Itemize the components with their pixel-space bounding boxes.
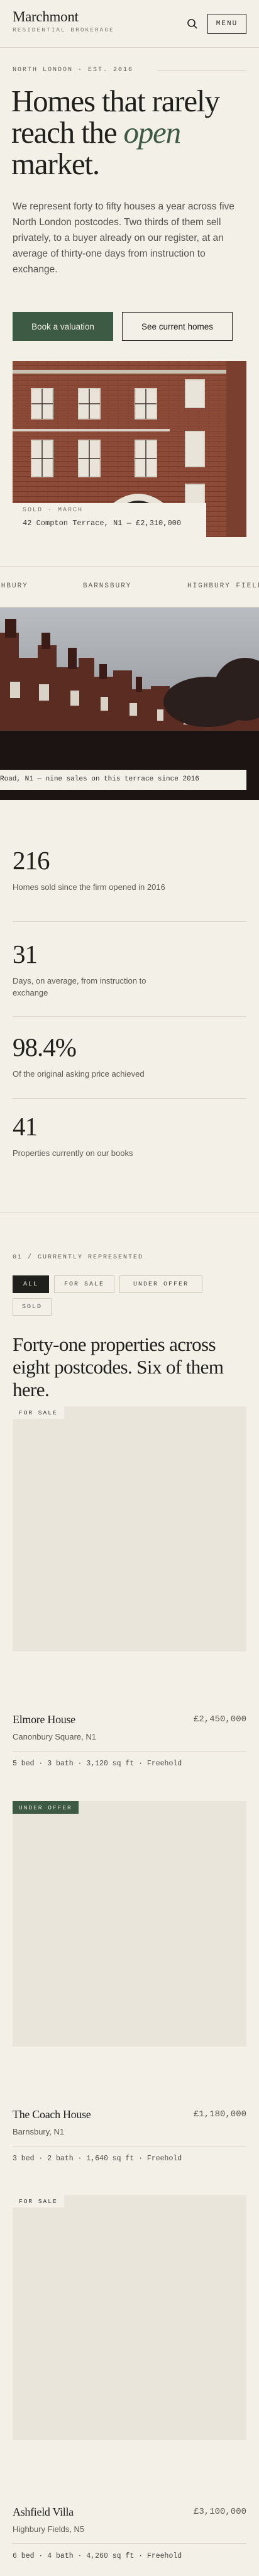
- site-logo[interactable]: Marchmont: [13, 9, 79, 25]
- stat-value: 41: [13, 1112, 38, 1141]
- filter-under-offer[interactable]: UNDER OFFER: [119, 1275, 202, 1293]
- card-divider: [13, 2543, 246, 2544]
- filter-all[interactable]: ALL: [13, 1275, 49, 1293]
- search-icon: [187, 19, 197, 29]
- stat-label: Homes sold since the firm opened in 2016: [13, 882, 165, 892]
- stat-divider: [13, 921, 246, 922]
- stat-homes-sold: 216 Homes sold since the firm opened in …: [13, 846, 246, 893]
- ticker-item: HIGHBURY FIELDS: [187, 582, 259, 590]
- sold-label: SOLD · MARCH: [23, 507, 84, 514]
- hero-intro: We represent forty to fifty houses a yea…: [13, 201, 234, 275]
- stat-value: 98.4%: [13, 1033, 77, 1062]
- featured-caption: SOLD · MARCH 42 Compton Terrace, N1 — £2…: [13, 503, 206, 537]
- stat-value: 216: [13, 846, 50, 875]
- stat-days-to-exchange: 31 Days, on average, from instruction to…: [13, 940, 246, 999]
- stat-divider: [13, 1098, 246, 1099]
- listings-title: Forty-one properties across eight postco…: [13, 1333, 224, 1401]
- stat-current-properties: 41 Properties currently on our books: [13, 1112, 246, 1159]
- stat-divider: [13, 1016, 246, 1017]
- card-divider: [13, 1751, 246, 1752]
- property-title[interactable]: The Coach House: [13, 2108, 91, 2121]
- hero-headline: Homes that rarely reach the open market.: [11, 84, 220, 181]
- property-area: Canonbury Square, N1: [13, 1732, 96, 1741]
- property-specs: 5 bed · 3 bath · 3,120 sq ft · Freehold: [13, 1760, 182, 1768]
- filter-sold[interactable]: SOLD: [13, 1298, 52, 1316]
- see-homes-button[interactable]: See current homes: [122, 312, 233, 341]
- sold-address: 42 Compton Terrace, N1 — £2,310,000: [23, 519, 182, 528]
- ticker-item: BARNSBURY: [83, 582, 132, 590]
- site-header: Marchmont RESIDENTIAL BROKERAGE MENU: [0, 0, 259, 48]
- property-photo-placeholder[interactable]: [13, 2195, 246, 2440]
- property-specs: 6 bed · 4 bath · 4,260 sq ft · Freehold: [13, 2552, 182, 2560]
- property-title[interactable]: Ashfield Villa: [13, 2506, 74, 2519]
- property-area: Barnsbury, N1: [13, 2127, 65, 2136]
- headline-emphasis: open: [123, 115, 181, 150]
- area-ticker: HIGHBURY BARNSBURY HIGHBURY FIELDS: [0, 566, 259, 608]
- property-price: £2,450,000: [193, 1714, 246, 1724]
- listings-eyebrow: 01 / CURRENTLY REPRESENTED: [13, 1254, 144, 1261]
- book-valuation-button[interactable]: Book a valuation: [13, 312, 113, 341]
- hero-eyebrow: NORTH LONDON · EST. 2016: [13, 67, 134, 74]
- property-title[interactable]: Elmore House: [13, 1713, 75, 1726]
- property-price: £3,100,000: [193, 2507, 246, 2517]
- street-caption: Road, N1 — nine sales on this terrace si…: [0, 770, 246, 790]
- status-badge: FOR SALE: [13, 2195, 64, 2207]
- stat-label: Of the original asking price achieved: [13, 1069, 145, 1079]
- stat-label: Days, on average, from instruction to ex…: [13, 976, 146, 997]
- eyebrow-divider: [157, 70, 246, 71]
- search-button[interactable]: [184, 15, 201, 33]
- property-price: £1,180,000: [193, 2109, 246, 2119]
- stat-value: 31: [13, 940, 38, 969]
- site-tagline: RESIDENTIAL BROKERAGE: [13, 26, 114, 33]
- stat-label: Properties currently on our books: [13, 1148, 133, 1158]
- property-specs: 3 bed · 2 bath · 1,640 sq ft · Freehold: [13, 2155, 182, 2163]
- property-photo-placeholder[interactable]: [13, 1406, 246, 1652]
- menu-button[interactable]: MENU: [207, 14, 246, 34]
- status-badge: FOR SALE: [13, 1406, 64, 1419]
- property-area: Highbury Fields, N5: [13, 2524, 85, 2534]
- property-photo-placeholder[interactable]: [13, 1801, 246, 2046]
- stat-asking-price: 98.4% Of the original asking price achie…: [13, 1033, 246, 1080]
- ticker-item: HIGHBURY: [0, 582, 28, 590]
- filter-for-sale[interactable]: FOR SALE: [54, 1275, 114, 1293]
- status-badge: UNDER OFFER: [13, 1801, 79, 1814]
